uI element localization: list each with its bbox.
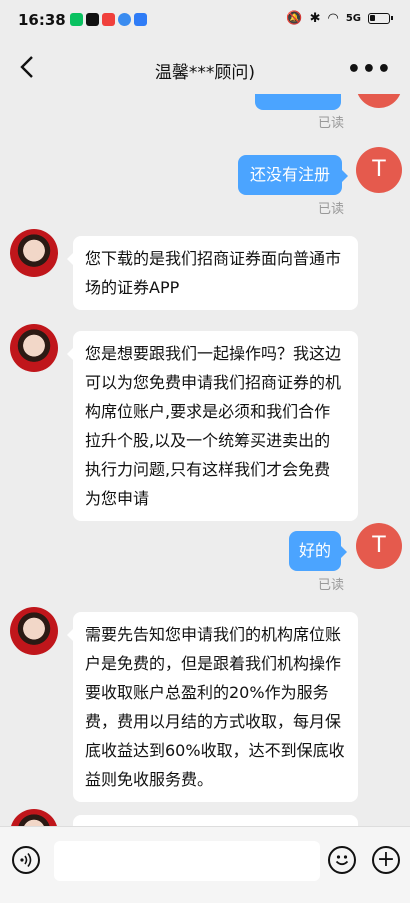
smiley-icon — [335, 855, 349, 866]
partial-advisor-bubble[interactable] — [73, 815, 358, 826]
wifi-icon: ◠ — [327, 11, 339, 26]
my-avatar[interactable]: T — [356, 147, 402, 193]
notification-icons — [70, 13, 147, 26]
partial-my-bubble[interactable] — [255, 94, 341, 110]
message-input[interactable] — [54, 841, 320, 881]
chat-list[interactable]: T 已读 还没有注册 T 已读 您下载的是我们招商证券面向普通市场的证券APP … — [0, 94, 410, 826]
browser-icon — [118, 13, 131, 26]
advisor-avatar[interactable] — [10, 229, 58, 277]
message-text: 好的 — [298, 541, 331, 560]
advisor-avatar[interactable] — [10, 607, 58, 655]
mute-icon: 🔕 — [286, 11, 303, 26]
my-message-bubble[interactable]: 好的 — [289, 531, 347, 571]
battery-icon — [368, 13, 393, 24]
read-status: 已读 — [317, 116, 344, 131]
network-label: 5G — [345, 13, 361, 24]
my-avatar[interactable]: T — [356, 94, 402, 108]
status-indicators: 🔕 ✱ ◠ 5G — [286, 11, 393, 26]
read-status: 已读 — [317, 202, 344, 217]
advisor-message-bubble[interactable]: 您是想要跟我们一起操作吗？我这边可以为您免费申请我们招商证券的机构席位账户,要求… — [67, 331, 358, 521]
advisor-message-bubble[interactable]: 您下载的是我们招商证券面向普通市场的证券APP — [67, 236, 358, 310]
sound-waves-icon — [20, 853, 32, 867]
my-avatar[interactable]: T — [356, 523, 402, 569]
advisor-avatar[interactable] — [10, 324, 58, 372]
emoji-icon[interactable] — [328, 846, 356, 874]
advisor-message-bubble[interactable]: 需要先告知您申请我们的机构席位账户是免费的，但是跟着我们机构操作要收取账户总盈利… — [67, 612, 358, 802]
status-time: 16:38 — [18, 11, 66, 29]
message-text: 您是想要跟我们一起操作吗？我这边可以为您免费申请我们招商证券的机构席位账户,要求… — [85, 344, 342, 508]
wechat-icon — [70, 13, 83, 26]
nav-bar: 温馨***顾问) ••• — [0, 42, 410, 94]
add-attachment-icon[interactable]: + — [372, 846, 400, 874]
more-options-icon[interactable]: ••• — [347, 57, 392, 82]
message-text: 您下载的是我们招商证券面向普通市场的证券APP — [85, 249, 342, 297]
message-text: 还没有注册 — [249, 165, 330, 184]
video-app-icon — [102, 13, 115, 26]
bluetooth-icon: ✱ — [309, 11, 321, 26]
tiktok-icon — [86, 13, 99, 26]
my-message-bubble[interactable]: 还没有注册 — [238, 155, 348, 195]
message-text: 需要先告知您申请我们的机构席位账户是免费的，但是跟着我们机构操作要收取账户总盈利… — [85, 625, 345, 789]
read-status: 已读 — [317, 578, 344, 593]
app-store-icon — [134, 13, 147, 26]
voice-input-icon[interactable] — [12, 846, 40, 874]
status-bar: 16:38 🔕 ✱ ◠ 5G — [0, 0, 410, 42]
input-bar: + — [0, 826, 410, 903]
advisor-avatar[interactable] — [10, 809, 58, 826]
